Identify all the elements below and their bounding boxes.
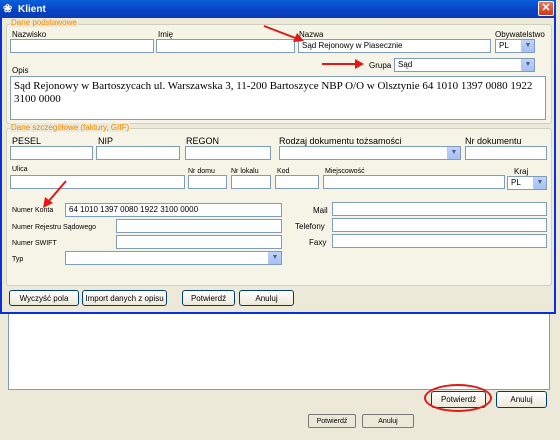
underlying-cancel-button: Anuluj (362, 414, 414, 428)
numer-konta-label: Numer Konta (12, 207, 54, 214)
telefony-input[interactable] (332, 218, 547, 232)
chevron-down-icon[interactable]: ▼ (447, 147, 460, 159)
opis-label: Opis (12, 66, 29, 75)
opis-textarea[interactable]: Sąd Rejonowy w Bartoszycach ul. Warszaws… (10, 76, 546, 120)
underlying-confirm-button: Potwierdź (308, 414, 356, 428)
kraj-select[interactable]: PL ▼ (507, 176, 547, 190)
pesel-label: PESEL (12, 136, 42, 146)
grupa-value: Sąd (398, 60, 413, 69)
chevron-down-icon[interactable]: ▼ (268, 252, 281, 264)
kod-label: Kod (277, 168, 290, 175)
kraj-label: Kraj (514, 167, 529, 176)
nr-lokalu-label: Nr lokalu (231, 168, 259, 175)
import-from-description-button[interactable]: Import danych z opisu (82, 290, 167, 306)
pesel-input[interactable] (10, 146, 93, 160)
obywatelstwo-label: Obywatelstwo (495, 30, 545, 39)
details-group-title: Dane szczegółowe (faktury, GIIF) (10, 123, 131, 132)
regon-input[interactable] (185, 146, 271, 160)
dialog-title: Klient (18, 3, 46, 15)
grupa-select[interactable]: Sąd ▼ (394, 58, 535, 72)
faxy-input[interactable] (332, 234, 547, 248)
rejestr-sadowy-input[interactable] (116, 219, 282, 233)
rejestr-sadowy-label: Numer Rejestru Sądowego (12, 224, 97, 231)
nazwa-input[interactable]: Sąd Rejonowy w Piasecznie (298, 39, 491, 53)
parent-confirm-button[interactable]: Potwierdź (431, 391, 486, 408)
mail-input[interactable] (332, 202, 547, 216)
nr-domu-label: Nr domu (188, 168, 215, 175)
obywatelstwo-value: PL (499, 41, 509, 50)
typ-label: Typ (12, 256, 24, 263)
imie-input[interactable] (156, 39, 295, 53)
imie-label: Imię (158, 30, 174, 39)
nr-dokumentu-input[interactable] (465, 146, 547, 160)
swift-input[interactable] (116, 235, 282, 249)
nr-domu-input[interactable] (188, 175, 227, 189)
chevron-down-icon[interactable]: ▼ (521, 40, 534, 52)
ulica-label: Ulica (12, 166, 28, 173)
regon-label: REGON (186, 136, 220, 146)
dialog-titlebar: ❀ Klient ✕ (0, 0, 556, 18)
rodzaj-dokumentu-label: Rodzaj dokumentu tożsamości (279, 136, 402, 146)
miejscowosc-label: Miejscowość (325, 168, 365, 175)
nr-lokalu-input[interactable] (231, 175, 271, 189)
kod-input[interactable] (275, 175, 319, 189)
nazwisko-label: Nazwisko (12, 30, 47, 39)
client-dialog: ❀ Klient ✕ Dane podstawowe Nazwisko Imię… (0, 0, 556, 314)
confirm-button[interactable]: Potwierdź (182, 290, 235, 306)
nazwisko-input[interactable] (10, 39, 154, 53)
numer-konta-input[interactable]: 64 1010 1397 0080 1922 3100 0000 (65, 203, 282, 217)
miejscowosc-input[interactable] (323, 175, 505, 189)
ulica-input[interactable] (10, 175, 185, 189)
rodzaj-dokumentu-select[interactable]: ▼ (279, 146, 461, 160)
clear-fields-button[interactable]: Wyczyść pola (9, 290, 79, 306)
kraj-value: PL (511, 178, 521, 187)
close-icon: ✕ (541, 2, 551, 14)
close-button[interactable]: ✕ (538, 1, 554, 16)
nip-label: NIP (98, 136, 114, 146)
telefony-label: Telefony (295, 222, 325, 231)
nr-dokumentu-label: Nr dokumentu (465, 136, 522, 146)
mail-label: Mail (313, 206, 328, 215)
chevron-down-icon[interactable]: ▼ (521, 59, 534, 71)
obywatelstwo-select[interactable]: PL ▼ (495, 39, 535, 53)
parent-cancel-button[interactable]: Anuluj (496, 391, 547, 408)
app-icon: ❀ (3, 2, 13, 15)
basic-data-group-title: Dane podstawowe (10, 18, 78, 27)
faxy-label: Faxy (309, 238, 327, 247)
chevron-down-icon[interactable]: ▼ (533, 177, 546, 189)
parent-content-area (8, 312, 550, 390)
cancel-button[interactable]: Anuluj (239, 290, 294, 306)
nazwa-label: Nazwa (299, 30, 324, 39)
typ-select[interactable]: ▼ (65, 251, 282, 265)
swift-label: Numer SWIFT (12, 240, 57, 247)
grupa-label: Grupa (369, 61, 392, 70)
nip-input[interactable] (96, 146, 180, 160)
